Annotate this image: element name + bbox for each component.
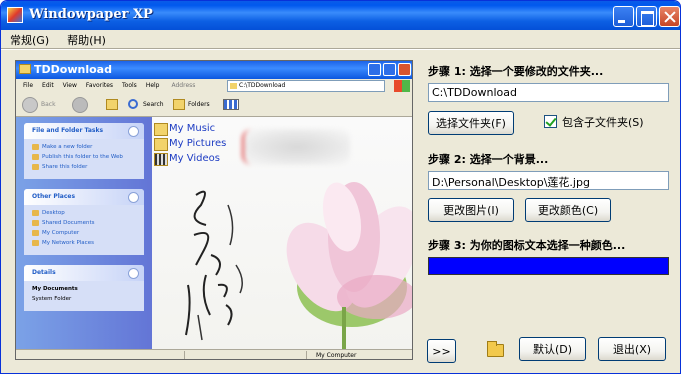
default-button[interactable]: 默认(D)	[519, 337, 586, 361]
change-color-button[interactable]: 更改颜色(C)	[525, 198, 611, 222]
main-window: Windowpaper XP 常规(G) 帮助(H) TDDownload Fi…	[0, 0, 681, 374]
step2-label: 步骤 2: 选择一个背景...	[428, 153, 549, 166]
preview-panel-title: Other Places	[24, 189, 144, 205]
minimize-button[interactable]	[613, 6, 634, 27]
folders-icon	[173, 99, 185, 110]
search-icon	[128, 99, 138, 109]
preview-image: TDDownload File Edit View Favorites Tool…	[15, 60, 413, 360]
menu-help[interactable]: 帮助(H)	[58, 30, 115, 48]
preview-menu-item: Edit	[42, 82, 54, 89]
menu-general[interactable]: 常规(G)	[1, 30, 58, 48]
preview-task-item: Publish this folder to the Web	[32, 153, 138, 161]
menu-bar: 常规(G) 帮助(H)	[1, 30, 680, 48]
close-button[interactable]	[659, 6, 680, 27]
maximize-button[interactable]	[636, 6, 657, 27]
preview-detail-type: System Folder	[32, 296, 72, 302]
image-path-field[interactable]: D:\Personal\Desktop\莲花.jpg	[428, 171, 669, 190]
preview-address-label: Address	[171, 82, 196, 89]
lotus-artwork	[286, 182, 412, 349]
preview-toolbar: Back Search Folders	[16, 93, 412, 117]
folder-icon	[19, 64, 31, 74]
preview-item: My Videos	[154, 151, 226, 166]
preview-place-item: Shared Documents	[32, 219, 138, 227]
preview-address-field: C:\TDDownload	[227, 80, 385, 92]
preview-back-label: Back	[41, 101, 56, 108]
preview-detail-name: My Documents	[32, 286, 78, 292]
step1-label: 步骤 1: 选择一个要修改的文件夹...	[428, 65, 604, 78]
preview-task-item: Make a new folder	[32, 143, 138, 151]
preview-place-item: My Computer	[32, 229, 138, 237]
preview-menu-item: View	[62, 82, 77, 89]
preview-panel-title: Details	[24, 265, 144, 281]
preview-panel-title: File and Folder Tasks	[24, 123, 144, 139]
preview-menu-item: File	[23, 82, 34, 89]
menu-divider	[1, 48, 680, 50]
preview-status-bar: My Computer	[16, 349, 412, 359]
preview-panel-details: Details My Documents System Folder	[24, 265, 144, 311]
choose-folder-button[interactable]: 选择文件夹(F)	[428, 111, 514, 135]
preview-item: My Music	[154, 121, 226, 136]
preview-items: My Music My Pictures My Videos	[154, 121, 226, 166]
up-folder-icon	[106, 99, 118, 110]
back-icon	[22, 97, 38, 113]
preview-status-text: My Computer	[316, 352, 357, 359]
preview-folders-label: Folders	[188, 101, 210, 108]
step3-label: 步骤 3: 为你的图标文本选择一种颜色...	[428, 239, 626, 252]
preview-panel-places: Other Places Desktop Shared Documents My…	[24, 189, 144, 255]
exit-button[interactable]: 退出(X)	[598, 337, 666, 361]
text-color-swatch[interactable]	[428, 257, 669, 275]
preview-window-buttons	[368, 63, 411, 76]
change-image-button[interactable]: 更改图片(I)	[428, 198, 514, 222]
blurred-region	[242, 129, 350, 165]
preview-place-item: My Network Places	[32, 239, 138, 247]
preview-search-label: Search	[143, 101, 164, 108]
app-icon	[7, 7, 23, 23]
preview-panel-tasks: File and Folder Tasks Make a new folder …	[24, 123, 144, 179]
preview-task-item: Share this folder	[32, 163, 138, 171]
open-folder-icon[interactable]	[487, 341, 504, 357]
forward-icon	[72, 97, 88, 113]
views-icon	[223, 99, 239, 110]
preview-task-pane: File and Folder Tasks Make a new folder …	[16, 117, 152, 349]
windows-logo-icon	[394, 80, 410, 92]
preview-menu-item: Help	[145, 82, 160, 89]
folder-path-field[interactable]: C:\TDDownload	[428, 83, 669, 102]
include-subfolders-label[interactable]: 包含子文件夹(S)	[562, 114, 644, 130]
title-bar[interactable]: Windowpaper XP	[1, 1, 680, 30]
preview-folder-view: My Music My Pictures My Videos	[152, 117, 412, 349]
preview-menu-item: Tools	[122, 82, 137, 89]
expand-button[interactable]: >>	[427, 339, 456, 363]
preview-title-bar: TDDownload	[16, 61, 412, 79]
preview-place-item: Desktop	[32, 209, 138, 217]
window-title: Windowpaper XP	[29, 7, 153, 22]
preview-item: My Pictures	[154, 136, 226, 151]
include-subfolders-checkbox[interactable]	[544, 115, 557, 128]
preview-title: TDDownload	[34, 63, 112, 76]
calligraphy-artwork	[185, 190, 243, 341]
preview-menu-item: Favorites	[85, 82, 114, 89]
